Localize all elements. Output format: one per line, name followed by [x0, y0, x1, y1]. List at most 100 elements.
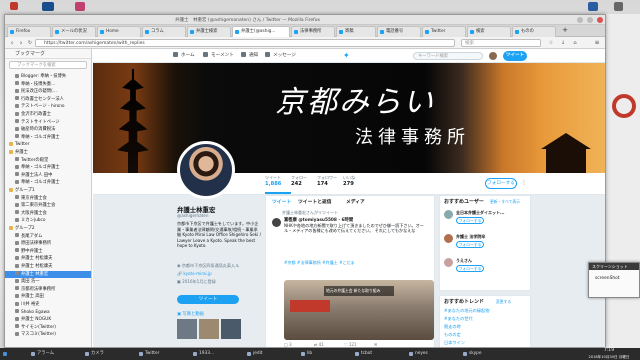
folder-icon[interactable]	[588, 2, 598, 11]
bookmark-item[interactable]: 奉納・技博失墨...	[5, 81, 91, 89]
taskbar-item[interactable]: カメラ	[84, 349, 134, 359]
folder-icon[interactable]	[42, 2, 54, 11]
bookmark-item[interactable]: 弁護士 NOGUK	[5, 316, 91, 324]
profile-url-text[interactable]: kyoto-mirai.jp	[183, 271, 211, 276]
bookmark-item[interactable]: 弁護士 村松康夫	[5, 263, 91, 271]
home-icon[interactable]: ⌂	[571, 39, 579, 47]
bookmark-item[interactable]: 奥田 浩一	[5, 278, 91, 286]
suggested-user-name[interactable]: うえさん	[456, 258, 528, 264]
twitter-search-input[interactable]: キーワード検索	[413, 52, 483, 60]
trend-item[interactable]: #あなたの地元の縁起物	[444, 308, 489, 314]
bookmark-item[interactable]: テストサイトページ	[5, 119, 91, 127]
bookmark-item[interactable]: 弁護士 村松康夫	[5, 255, 91, 263]
url-bar[interactable]: https://twitter.com/ashigematen/with_rep…	[35, 39, 455, 47]
app-icon[interactable]	[75, 2, 85, 11]
stat-likes[interactable]: いいね 279	[343, 175, 369, 187]
stat-followers[interactable]: フォロワー 174	[317, 175, 343, 187]
tweet-button[interactable]: ツイート	[503, 51, 527, 61]
bookmark-item[interactable]: 弁護士 高田	[5, 293, 91, 301]
tweet-media-image[interactable]: 地元の弁護士会 新たな取り組み	[284, 280, 434, 340]
taskbar-item[interactable]: lib	[300, 349, 350, 359]
tab[interactable]: 検索	[467, 26, 511, 37]
back-icon[interactable]: ‹	[8, 39, 16, 47]
taskbar-item[interactable]: アラーム	[30, 349, 80, 359]
tab-active[interactable]: 弁護士(@ashig...	[232, 26, 290, 37]
taskbar-item[interactable]: Twitter	[138, 349, 188, 359]
bookmark-folder[interactable]: 弁護士	[5, 149, 91, 157]
tab[interactable]: ものの	[512, 26, 556, 37]
avatar[interactable]	[444, 210, 453, 219]
bookmark-item[interactable]: 長尾アダム	[5, 233, 91, 241]
avatar[interactable]	[489, 52, 497, 60]
bookmark-item[interactable]: 第二東京弁護士会	[5, 202, 91, 210]
minimize-icon[interactable]	[577, 17, 583, 23]
who-to-follow-refresh[interactable]: 更新・すべて表示	[490, 199, 520, 205]
follow-button[interactable]: フォローする	[485, 178, 517, 189]
bookmark-item[interactable]: Shoko Egawa	[5, 309, 91, 317]
maximize-icon[interactable]	[587, 17, 593, 23]
stat-tweets[interactable]: ツイート 1,886	[265, 175, 291, 194]
tab-tweets[interactable]: ツイート	[272, 198, 291, 205]
avatar[interactable]	[444, 258, 453, 267]
nav-home[interactable]: ホーム	[173, 52, 195, 60]
bookmark-item[interactable]: 行政書士センター法人	[5, 96, 91, 104]
trend-item[interactable]: 日本ワイン	[444, 340, 465, 346]
bookmark-item[interactable]: 原田法律事務所	[5, 240, 91, 248]
tab[interactable]: 法律事務所	[291, 26, 335, 37]
more-options-icon[interactable]: ⋮	[521, 179, 529, 187]
bookmark-item[interactable]: テストページ - hirono	[5, 103, 91, 111]
taskbar-item[interactable]: tcbot	[354, 349, 404, 359]
start-menu-icon[interactable]	[2, 349, 12, 359]
taskbar-item[interactable]: 1933...	[192, 349, 242, 359]
window-titlebar[interactable]: 弁護士 林重宏 (@ashigemanaten) さん / Twitter — …	[5, 15, 605, 25]
trend-item[interactable]: ものの定	[444, 332, 461, 338]
retweet-button[interactable]: ⇄ 41	[314, 342, 324, 347]
tab[interactable]: メールの状況	[52, 26, 96, 37]
avatar[interactable]	[444, 234, 453, 243]
tab[interactable]: 電話番号	[377, 26, 421, 37]
bookmark-item[interactable]: 奉納・ゴルゴ弁護士	[5, 164, 91, 172]
bookmark-star-icon[interactable]: ☆	[547, 39, 555, 47]
bookmark-item[interactable]: 民法改正の疑問(...	[5, 88, 91, 96]
profile-avatar[interactable]	[177, 141, 235, 199]
trend-item[interactable]: #あなたの世代	[444, 316, 473, 322]
media-label[interactable]: 写真と動画	[182, 312, 203, 317]
message-icon[interactable]: ✉	[374, 342, 377, 347]
nav-messages[interactable]: メッセージ	[265, 52, 296, 60]
reply-button[interactable]: □ 3	[284, 342, 292, 347]
clock[interactable]: 7:19 2018年10月30日 月曜日	[580, 348, 638, 360]
screenshot-popup[interactable]: スクリーンショット screenShot	[588, 262, 640, 298]
tab[interactable]: Twitter	[422, 26, 466, 37]
file-manager-icon[interactable]	[10, 2, 18, 10]
profile-url[interactable]: 🔗 kyoto-mirai.jp	[177, 271, 212, 277]
bookmark-item[interactable]: 奉納・ゴルゴ弁護士	[5, 134, 91, 142]
follow-user-button[interactable]: フォローする	[456, 265, 484, 272]
reload-icon[interactable]: ↻	[26, 39, 34, 47]
bookmark-folder[interactable]: Twitter	[5, 141, 91, 149]
nav-moments[interactable]: モーメント	[203, 52, 234, 60]
media-thumbnail[interactable]	[177, 319, 197, 339]
nav-notifications[interactable]: 通知	[241, 52, 258, 60]
media-thumbnail[interactable]	[199, 319, 219, 339]
bookmark-item[interactable]: Blogger: 奉納・技博失	[5, 73, 91, 81]
tab[interactable]: Home	[97, 26, 141, 37]
forward-icon[interactable]: ›	[17, 39, 25, 47]
bookmark-item[interactable]: 金沢市行政書士	[5, 111, 91, 119]
menu-icon[interactable]: ≡	[593, 39, 601, 47]
search-input[interactable]: 検索	[461, 39, 541, 47]
follow-user-button[interactable]: フォローする	[456, 217, 484, 224]
bookmark-item[interactable]: 弁護士 林重宏	[5, 270, 91, 279]
bookmark-item[interactable]: Twitterの殿堂	[5, 157, 91, 165]
stat-following[interactable]: フォロー 242	[291, 175, 317, 187]
tweet-hashtags[interactable]: #京都 #法律事務所 #弁護士 #こだま	[284, 260, 430, 265]
bookmark-item[interactable]: サイモン(Twitter)	[5, 324, 91, 332]
bookmark-item[interactable]: ミカンjubco	[5, 217, 91, 225]
bookmark-folder[interactable]: グループ1	[5, 187, 91, 195]
bookmark-item[interactable]: 弁護士法人 田中	[5, 172, 91, 180]
tab-tweets-replies[interactable]: ツイートと返信	[298, 198, 332, 205]
close-icon[interactable]	[597, 17, 603, 23]
media-thumbnail[interactable]	[221, 319, 241, 339]
tab[interactable]: Firefox	[7, 26, 51, 37]
bookmark-item[interactable]: 奉納・ゴルゴ弁護士	[5, 179, 91, 187]
follow-user-button[interactable]: フォローする	[456, 241, 484, 248]
